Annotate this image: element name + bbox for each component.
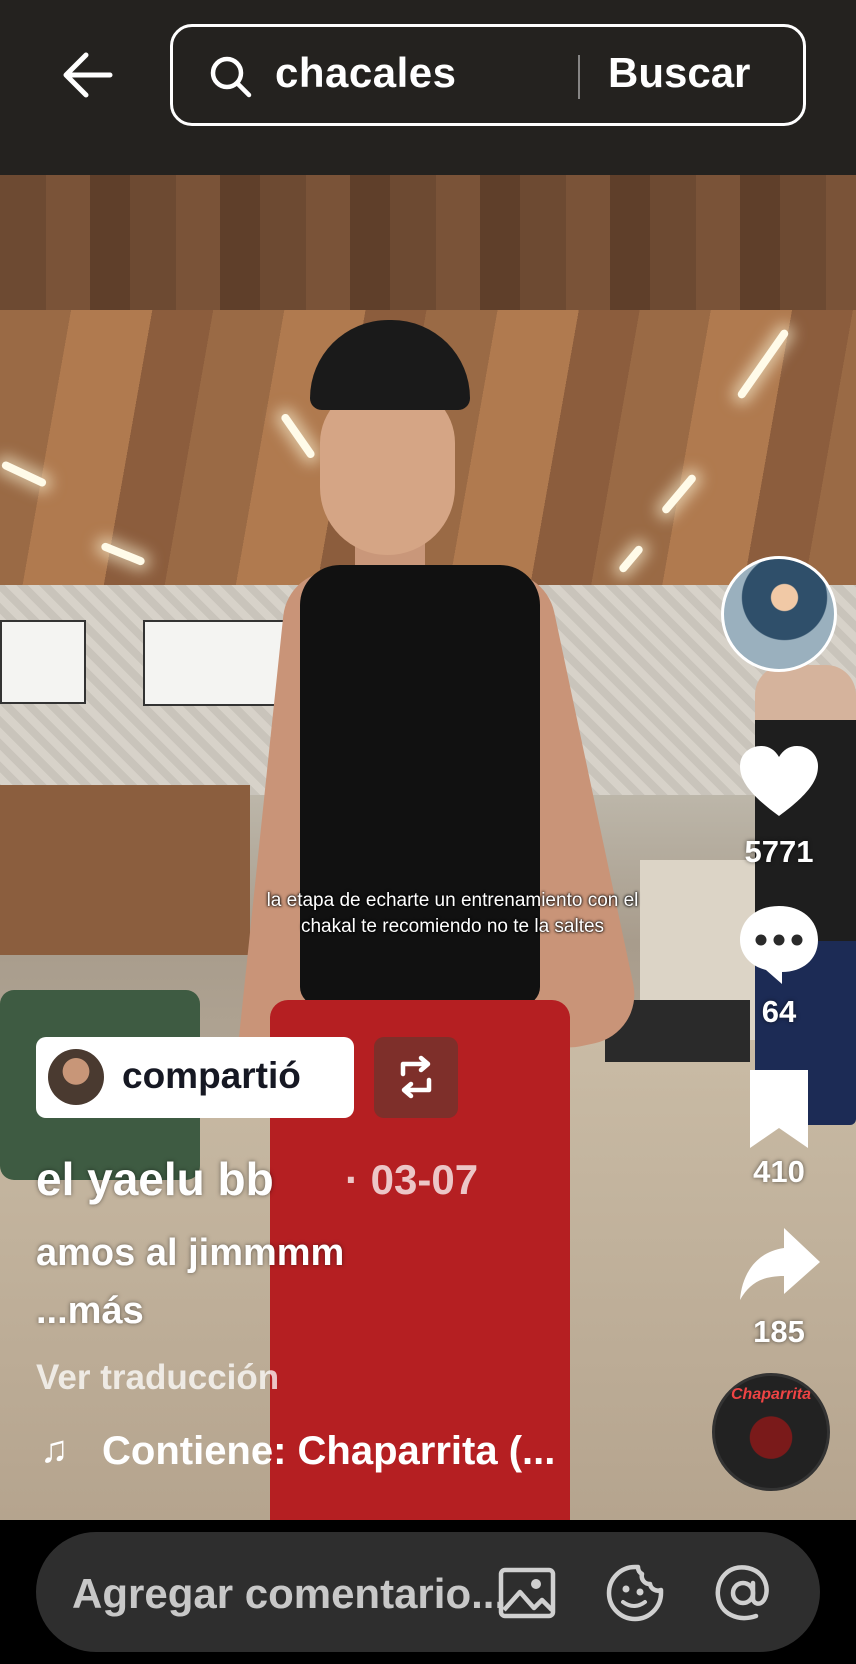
share-count: 185 bbox=[753, 1314, 805, 1349]
search-bar[interactable]: chacales Buscar bbox=[170, 24, 806, 126]
back-button[interactable] bbox=[58, 45, 118, 105]
search-icon bbox=[210, 56, 252, 98]
music-note-icon: ♫ bbox=[40, 1429, 69, 1471]
search-query[interactable]: chacales bbox=[275, 49, 456, 97]
person-face bbox=[320, 385, 455, 555]
image-icon[interactable] bbox=[496, 1562, 558, 1624]
comment-count: 64 bbox=[761, 994, 797, 1029]
music-disc-label: Chaparrita bbox=[730, 1386, 812, 1403]
like-count: 5771 bbox=[744, 834, 814, 869]
shared-by-pill[interactable]: compartió bbox=[36, 1037, 354, 1118]
shared-label: compartió bbox=[122, 1055, 301, 1096]
person-cap bbox=[310, 320, 470, 410]
music-disc[interactable]: Chaparrita bbox=[712, 1373, 830, 1491]
post-description: amos al jimmmm bbox=[36, 1232, 345, 1274]
bookmark-icon[interactable] bbox=[736, 1066, 822, 1152]
share-icon[interactable] bbox=[736, 1222, 822, 1308]
video-text-overlay: la etapa de echarte un entrenamiento con… bbox=[266, 890, 639, 937]
emoji-icon[interactable] bbox=[604, 1562, 666, 1624]
repost-button[interactable] bbox=[374, 1037, 458, 1118]
save-count: 410 bbox=[753, 1154, 805, 1189]
comment-icon[interactable] bbox=[736, 900, 822, 986]
username[interactable]: el yaelu bb bbox=[36, 1152, 274, 1206]
at-icon[interactable] bbox=[712, 1562, 774, 1624]
video-wood-wall bbox=[0, 175, 856, 315]
video-counter bbox=[0, 785, 250, 955]
search-button[interactable]: Buscar bbox=[608, 49, 750, 97]
video-background-person bbox=[755, 665, 856, 1125]
comment-placeholder: Agregar comentario... bbox=[72, 1570, 507, 1617]
post-date: · 03-07 bbox=[345, 1156, 479, 1203]
translate-link[interactable]: Ver traducción bbox=[36, 1358, 279, 1398]
comment-input[interactable]: Agregar comentario... bbox=[36, 1532, 820, 1652]
search-divider bbox=[578, 55, 580, 99]
back-arrow-icon bbox=[63, 52, 113, 98]
sharer-avatar bbox=[48, 1049, 104, 1105]
more-link[interactable]: ...más bbox=[36, 1290, 144, 1333]
music-label: Contiene: Chaparrita (... bbox=[102, 1429, 556, 1473]
menu-screen bbox=[0, 620, 86, 704]
creator-avatar[interactable] bbox=[721, 556, 837, 672]
repost-icon bbox=[400, 1055, 432, 1099]
bottom-bar: Agregar comentario... bbox=[0, 1520, 856, 1664]
heart-icon[interactable] bbox=[736, 740, 822, 826]
